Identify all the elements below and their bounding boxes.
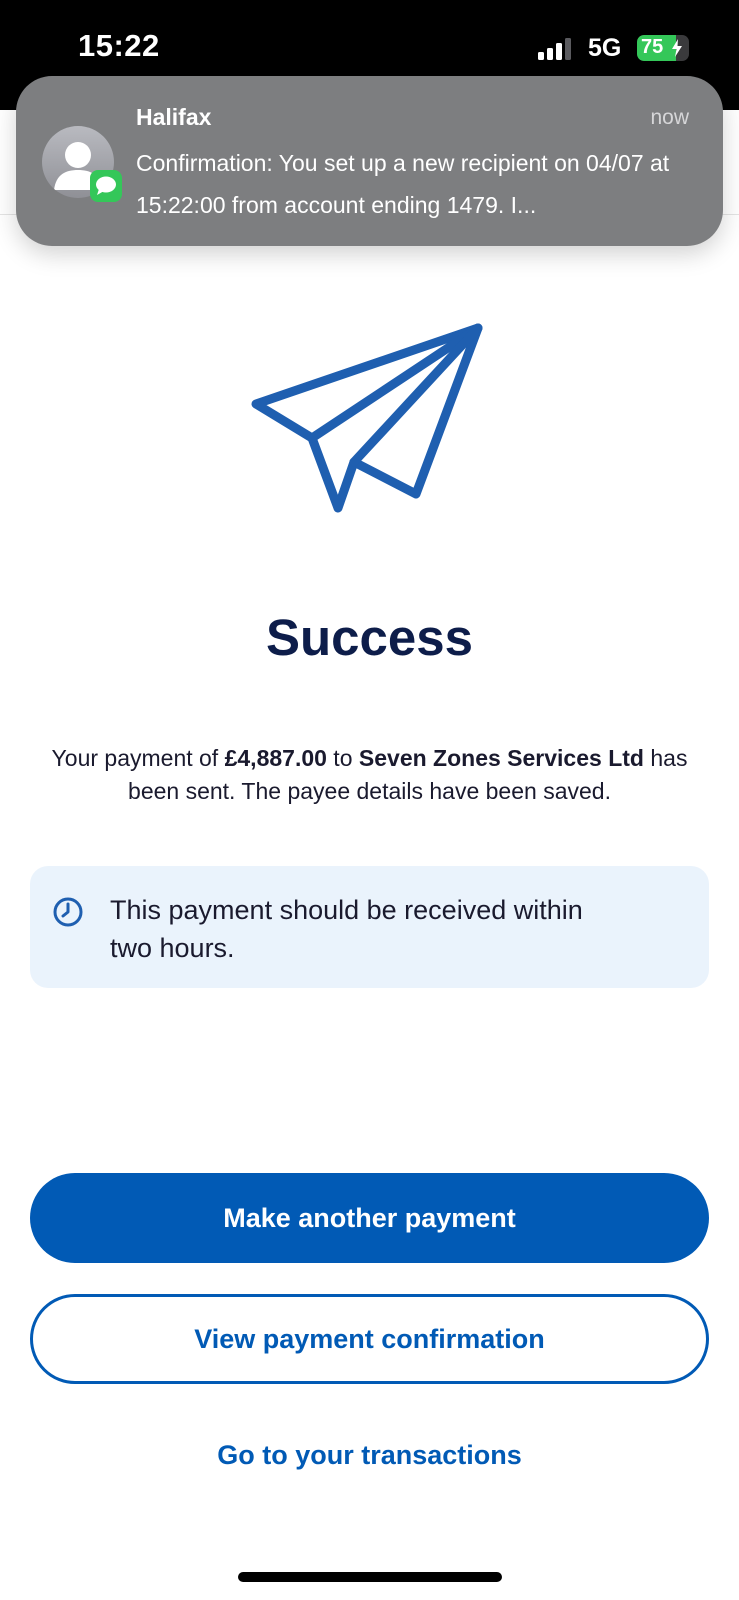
clock-icon [53, 897, 83, 927]
messages-icon [90, 170, 122, 202]
battery-level: 75 [641, 36, 664, 58]
page-title: Success [266, 609, 473, 666]
view-payment-confirmation-button[interactable]: View payment confirmation [30, 1294, 709, 1384]
notification-body: Confirmation: You set up a new recipient… [136, 150, 670, 218]
home-indicator[interactable] [238, 1572, 502, 1582]
payment-message: Your payment of £4,887.00 to Seven Zones… [30, 742, 709, 808]
payment-timing-info: This payment should be received within t… [30, 866, 709, 988]
notification-time: now [650, 106, 689, 129]
payment-amount: £4,887.00 [224, 745, 327, 771]
message-middle: to [326, 745, 359, 771]
go-to-transactions-link[interactable]: Go to your transactions [0, 1440, 739, 1471]
notification-sender: Halifax [136, 104, 212, 130]
payee-name: Seven Zones Services Ltd [358, 745, 644, 771]
network-type: 5G [588, 34, 622, 62]
cellular-signal-icon [538, 38, 571, 60]
battery-icon: 75 [637, 35, 689, 61]
status-time: 15:22 [78, 28, 160, 63]
charging-bolt-icon [672, 39, 682, 57]
paper-plane-icon [251, 323, 483, 513]
info-text: This payment should be received within t… [110, 895, 583, 963]
notification-banner[interactable]: Halifax now Confirmation: You set up a n… [16, 76, 723, 246]
message-prefix: Your payment of [51, 745, 225, 771]
make-another-payment-button[interactable]: Make another payment [30, 1173, 709, 1263]
